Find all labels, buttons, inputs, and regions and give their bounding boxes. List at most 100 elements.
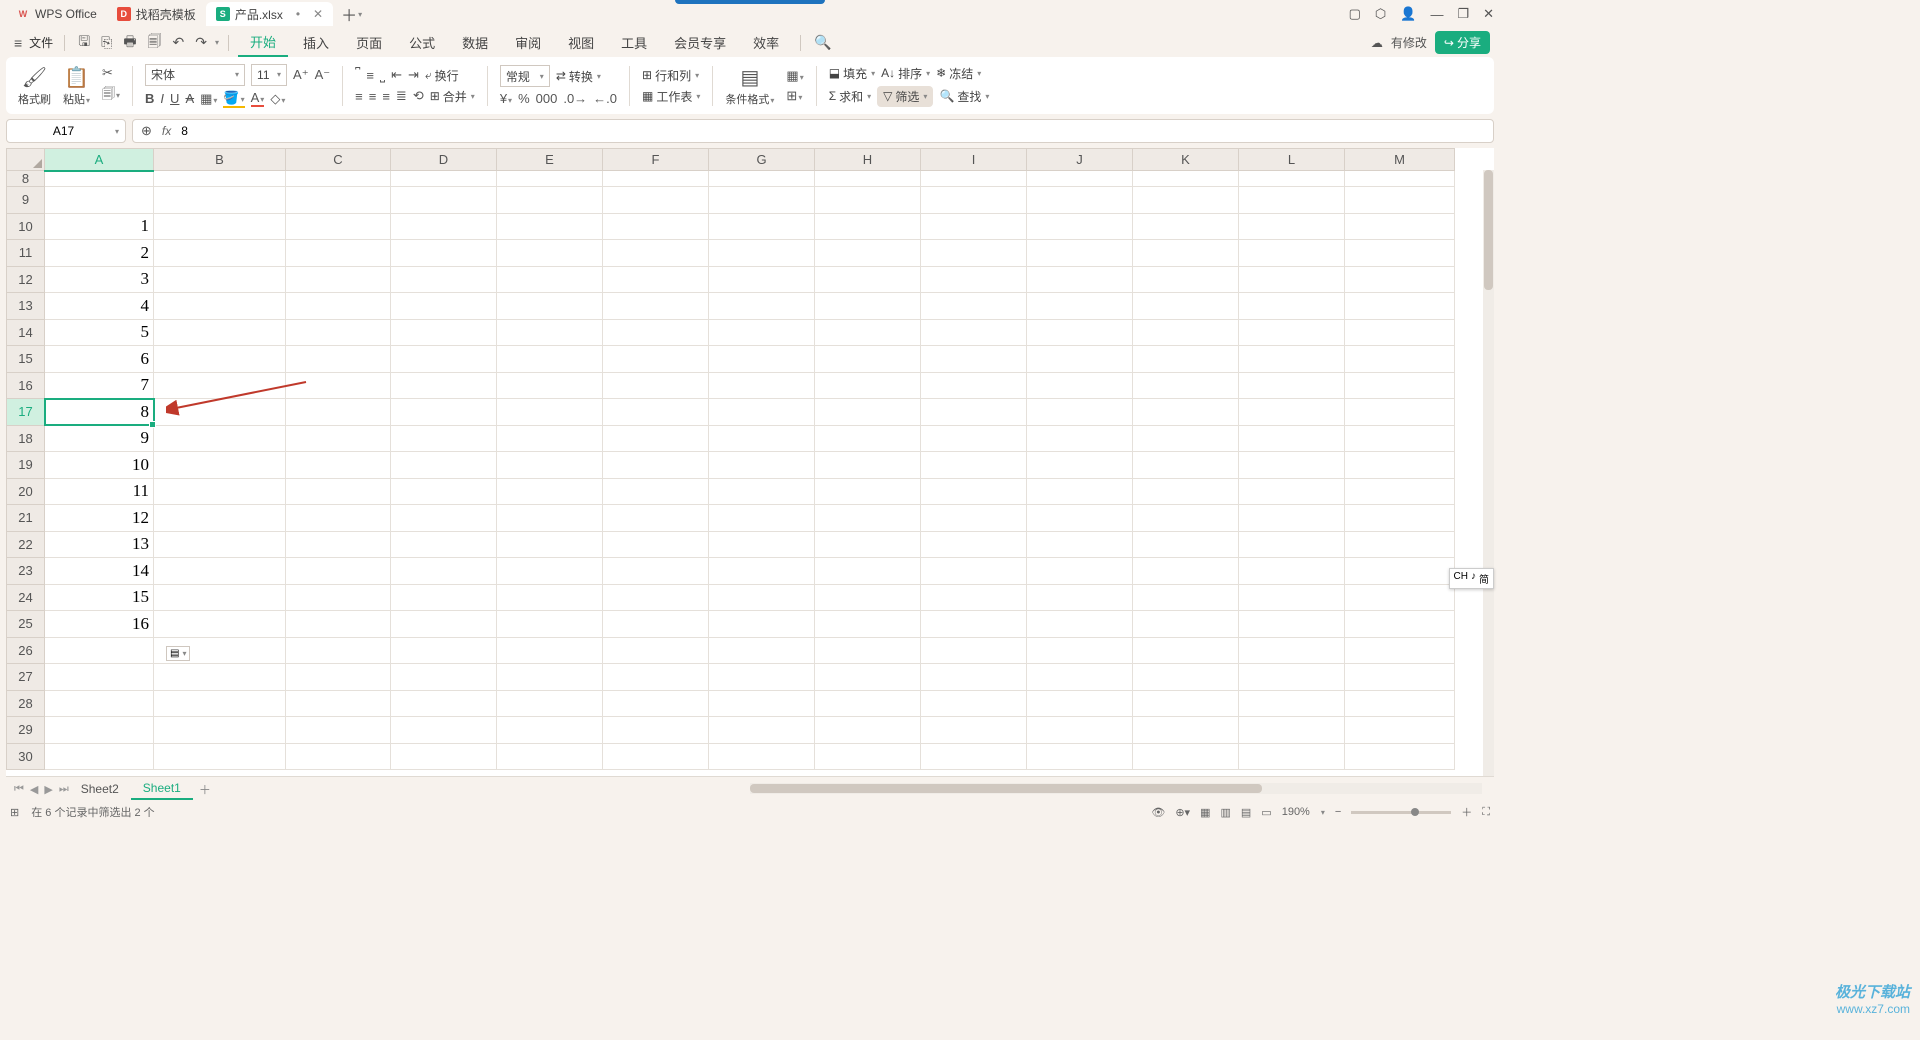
font-name-select[interactable]: 宋体▾ <box>145 64 245 86</box>
menu-insert[interactable]: 插入 <box>291 29 341 56</box>
cell[interactable] <box>709 452 815 479</box>
grid-table[interactable]: A B C D E F G H I J K L M 89101112123134… <box>6 148 1455 770</box>
cell[interactable] <box>391 187 497 214</box>
share-button[interactable]: ↪ 分享 <box>1435 31 1490 54</box>
cell[interactable] <box>1133 346 1239 373</box>
row-header[interactable]: 24 <box>7 584 45 611</box>
cell[interactable] <box>154 743 286 770</box>
cell[interactable] <box>1133 240 1239 267</box>
row-header[interactable]: 9 <box>7 187 45 214</box>
cell[interactable] <box>1133 743 1239 770</box>
cell[interactable] <box>815 425 921 452</box>
cell[interactable] <box>1239 478 1345 505</box>
increase-font-icon[interactable]: A⁺ <box>293 67 309 83</box>
align-top-icon[interactable]: ⎴ <box>355 67 360 83</box>
cell[interactable] <box>497 505 603 532</box>
cell[interactable] <box>1027 664 1133 691</box>
cell[interactable] <box>1345 558 1455 585</box>
row-header[interactable]: 28 <box>7 690 45 717</box>
cell[interactable] <box>154 452 286 479</box>
cell[interactable] <box>815 505 921 532</box>
export-icon[interactable]: ⎘ <box>97 32 116 53</box>
cell[interactable] <box>286 743 391 770</box>
cell[interactable] <box>709 478 815 505</box>
cell[interactable] <box>815 531 921 558</box>
cell[interactable] <box>1239 399 1345 426</box>
cell[interactable] <box>1345 171 1455 187</box>
minimize-icon[interactable]: — <box>1430 7 1443 22</box>
cell[interactable] <box>391 399 497 426</box>
cell[interactable] <box>154 240 286 267</box>
close-window-icon[interactable]: ✕ <box>1483 6 1494 22</box>
cell[interactable] <box>603 266 709 293</box>
vertical-scrollbar[interactable] <box>1483 170 1494 776</box>
zoom-slider[interactable] <box>1351 811 1451 814</box>
cell[interactable] <box>1239 213 1345 240</box>
cell[interactable] <box>1027 452 1133 479</box>
align-bottom-icon[interactable]: ⎵ <box>380 67 385 83</box>
cell[interactable]: 6 <box>45 346 154 373</box>
justify-icon[interactable]: ≣ <box>396 88 407 104</box>
cell[interactable] <box>1239 372 1345 399</box>
cell[interactable] <box>1239 319 1345 346</box>
redo-icon[interactable]: ↷ <box>191 32 211 53</box>
cell[interactable] <box>1027 213 1133 240</box>
cell[interactable] <box>286 505 391 532</box>
cell[interactable] <box>709 372 815 399</box>
cell[interactable] <box>1133 319 1239 346</box>
cell[interactable] <box>1345 478 1455 505</box>
cell[interactable] <box>1133 171 1239 187</box>
cell[interactable] <box>1027 531 1133 558</box>
cell[interactable] <box>45 690 154 717</box>
cell[interactable] <box>1345 372 1455 399</box>
cond-format-button[interactable]: ▤ 条件格式▾ <box>721 65 778 107</box>
cell[interactable] <box>45 187 154 214</box>
cell-style-icon[interactable]: ▦▾ <box>786 68 803 84</box>
cell[interactable] <box>497 531 603 558</box>
cell[interactable] <box>815 558 921 585</box>
cell[interactable] <box>391 690 497 717</box>
cell[interactable] <box>286 637 391 664</box>
cell[interactable] <box>921 690 1027 717</box>
cell[interactable] <box>286 293 391 320</box>
cell[interactable] <box>286 611 391 638</box>
expand-icon[interactable]: ⊕ <box>141 123 152 139</box>
cell[interactable] <box>154 425 286 452</box>
cell[interactable] <box>603 452 709 479</box>
cell[interactable] <box>921 743 1027 770</box>
tab-wps-office[interactable]: W WPS Office <box>6 2 107 26</box>
cell[interactable] <box>1239 743 1345 770</box>
cell[interactable] <box>1027 346 1133 373</box>
zoom-in-icon[interactable]: ＋ <box>1461 804 1472 820</box>
cell[interactable] <box>815 240 921 267</box>
cell[interactable]: 10 <box>45 452 154 479</box>
cell[interactable] <box>1133 213 1239 240</box>
cell[interactable] <box>603 425 709 452</box>
cell[interactable] <box>45 171 154 187</box>
cell[interactable] <box>45 664 154 691</box>
increase-decimal-icon[interactable]: .0→ <box>563 91 587 106</box>
cell[interactable] <box>709 346 815 373</box>
cell[interactable] <box>815 478 921 505</box>
cell[interactable] <box>603 240 709 267</box>
cell[interactable] <box>1133 584 1239 611</box>
cell[interactable] <box>154 319 286 346</box>
cell[interactable] <box>1239 664 1345 691</box>
cell[interactable] <box>497 478 603 505</box>
column-header[interactable]: C <box>286 149 391 171</box>
cell[interactable] <box>45 743 154 770</box>
cell[interactable] <box>1027 558 1133 585</box>
cell[interactable] <box>1133 637 1239 664</box>
cell[interactable]: 8 <box>45 399 154 426</box>
cell[interactable] <box>1239 266 1345 293</box>
cell[interactable] <box>391 266 497 293</box>
cell[interactable]: 9 <box>45 425 154 452</box>
table-style-icon[interactable]: ⊞▾ <box>786 88 803 104</box>
sheet-tab[interactable]: Sheet2 <box>69 779 131 799</box>
tab-document[interactable]: S 产品.xlsx • ✕ <box>206 2 333 26</box>
cell[interactable] <box>1027 319 1133 346</box>
cell[interactable] <box>603 478 709 505</box>
cell[interactable]: 15 <box>45 584 154 611</box>
cell[interactable]: 16 <box>45 611 154 638</box>
cell[interactable] <box>1345 611 1455 638</box>
